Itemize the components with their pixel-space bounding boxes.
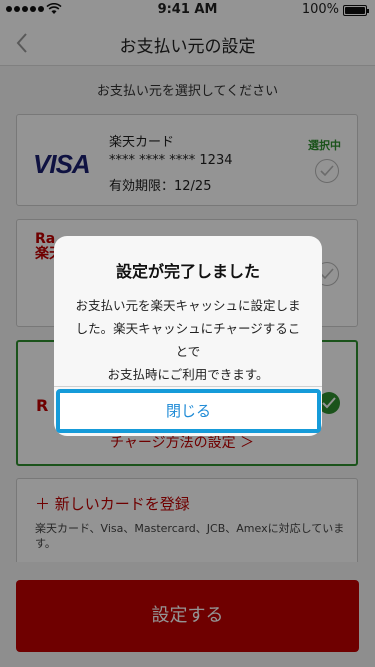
- dialog-line-3: とで: [175, 344, 201, 359]
- dialog-line-4: お支払時にご利用できます。: [107, 367, 269, 382]
- dialog-line-1: お支払い元を楽天キャッシュに設定しま: [75, 298, 301, 313]
- dialog-divider: [54, 386, 322, 387]
- close-button[interactable]: 閉じる: [56, 389, 321, 433]
- dialog-title: 設定が完了しました: [115, 262, 260, 281]
- dialog-line-2: した。楽天キャッシュにチャージするこ: [75, 321, 301, 336]
- dialog-message: お支払い元を楽天キャッシュに設定しま した。楽天キャッシュにチャージするこ とで…: [66, 294, 310, 386]
